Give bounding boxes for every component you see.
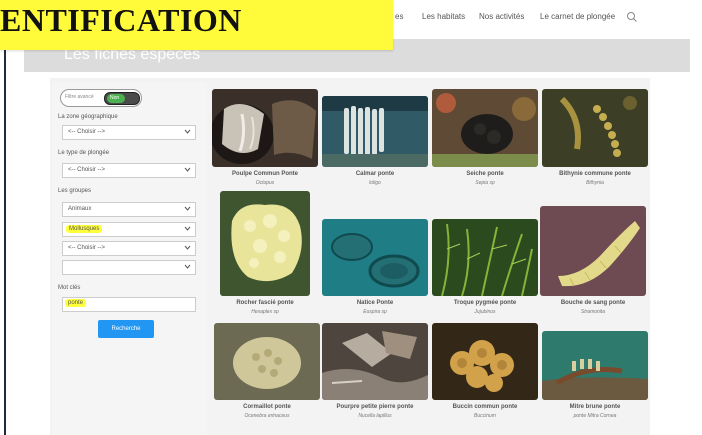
species-name: Natice Ponte [356, 300, 394, 306]
keywords-label: Mot clés [58, 285, 81, 291]
species-name: Pourpre petite pierre ponte [336, 404, 414, 410]
search-button[interactable]: Recherche [98, 320, 154, 338]
dive-type-select-value: <-- Choisir --> [68, 167, 106, 173]
keywords-input[interactable]: ponte [62, 297, 196, 312]
nav-item-carnet[interactable]: Le carnet de plongée [540, 12, 615, 21]
toggle-knob: Non [107, 94, 125, 103]
species-card[interactable]: Rocher fascié ponte Hexaplex sp [220, 191, 310, 315]
species-scientific-name: Jujubinus [474, 309, 496, 315]
nav-item-especes[interactable]: es [395, 12, 403, 21]
species-photo [432, 89, 538, 167]
group-select-2-value: Mollusques [66, 225, 103, 233]
species-name: Buccin commun ponte [452, 404, 518, 410]
species-card[interactable]: Troque pygmée ponte Jujubinus [432, 219, 538, 315]
species-photo [540, 206, 646, 296]
search-icon[interactable] [626, 11, 638, 23]
species-scientific-name: Euspira sp [363, 309, 387, 315]
species-name: Rocher fascié ponte [236, 300, 294, 306]
group-select-2[interactable]: Mollusques [62, 222, 196, 237]
groups-label: Les groupes [58, 188, 92, 194]
species-photo [212, 89, 318, 167]
species-scientific-name: Octopus [255, 180, 275, 186]
species-scientific-name: Hexaplex sp [251, 309, 279, 315]
banner-text: ENTIFICATION [0, 2, 242, 38]
species-photo [542, 89, 648, 167]
species-card[interactable]: Pourpre petite pierre ponte Nucella lapi… [322, 323, 428, 419]
species-card[interactable]: Calmar ponte loligo [322, 96, 428, 186]
species-name: Mitre brune ponte [569, 404, 621, 410]
species-scientific-name: Bithynia [586, 180, 604, 186]
species-name: Bithynie commune ponte [559, 171, 631, 177]
toggle-state: Non [110, 95, 120, 101]
species-card[interactable]: Natice Ponte Euspira sp [322, 219, 428, 315]
species-photo [322, 219, 428, 296]
chevron-down-icon [184, 167, 191, 172]
left-border-rule [4, 40, 6, 435]
species-scientific-name: Ocenebra erinaceus [244, 413, 290, 419]
identification-banner: ENTIFICATION [0, 0, 393, 50]
species-name: Bouche de sang ponte [560, 300, 626, 306]
species-name: Poulpe Commun Ponte [232, 171, 298, 177]
nav-item-habitats[interactable]: Les habitats [422, 12, 465, 21]
dive-type-label: Le type de plongée [58, 150, 110, 156]
zone-label: La zone géographique [58, 114, 118, 120]
species-card[interactable]: Mitre brune ponte ponte Mitra Cornea [542, 331, 648, 419]
species-card[interactable]: Cormaillot ponte Ocenebra erinaceus [214, 323, 320, 419]
species-name: Seiche ponte [466, 171, 504, 177]
zone-select-value: <-- Choisir --> [68, 129, 106, 135]
species-photo [322, 323, 428, 400]
species-scientific-name: Stramonita [580, 309, 606, 315]
chevron-down-icon [184, 206, 191, 211]
chevron-down-icon [184, 226, 191, 231]
filter-sidebar: Filtre avancé Non La zone géographique <… [52, 82, 207, 435]
group-select-3-value: <-- Choisir --> [68, 245, 106, 251]
dive-type-select[interactable]: <-- Choisir --> [62, 163, 196, 178]
zone-select[interactable]: <-- Choisir --> [62, 125, 196, 140]
species-grid: Poulpe Commun Ponte Octopus Calmar ponte… [212, 86, 652, 435]
nav-item-activites[interactable]: Nos activités [479, 12, 524, 21]
advanced-filter-label: Filtre avancé [65, 94, 94, 100]
group-select-1[interactable]: Animaux [62, 202, 196, 217]
group-select-1-value: Animaux [68, 206, 92, 212]
species-photo [432, 323, 538, 400]
species-photo [220, 191, 310, 296]
species-card[interactable]: Poulpe Commun Ponte Octopus [212, 89, 318, 186]
species-photo [432, 219, 538, 296]
species-name: Calmar ponte [355, 171, 395, 177]
species-photo [214, 323, 320, 400]
species-scientific-name: Nucella lapillus [358, 413, 392, 419]
species-scientific-name: Sepia sp [475, 180, 495, 186]
species-card[interactable]: Bouche de sang ponte Stramonita [540, 206, 646, 315]
toggle-switch[interactable]: Non [104, 92, 140, 105]
species-photo [322, 96, 428, 167]
keywords-input-value: ponte [65, 299, 87, 307]
species-scientific-name: loligo [369, 180, 381, 186]
group-select-4[interactable] [62, 260, 196, 275]
species-card[interactable]: Bithynie commune ponte Bithynia [542, 89, 648, 186]
species-card[interactable]: Buccin commun ponte Buccinum [432, 323, 538, 419]
advanced-filter-toggle[interactable]: Filtre avancé Non [60, 89, 142, 107]
species-card[interactable]: Seiche ponte Sepia sp [432, 89, 538, 186]
species-scientific-name: Buccinum [474, 413, 496, 419]
species-photo [542, 331, 648, 400]
species-name: Cormaillot ponte [243, 404, 291, 410]
species-name: Troque pygmée ponte [453, 300, 517, 306]
chevron-down-icon [184, 129, 191, 134]
group-select-3[interactable]: <-- Choisir --> [62, 241, 196, 256]
chevron-down-icon [184, 264, 191, 269]
species-scientific-name: ponte Mitra Cornea [573, 413, 617, 419]
chevron-down-icon [184, 245, 191, 250]
